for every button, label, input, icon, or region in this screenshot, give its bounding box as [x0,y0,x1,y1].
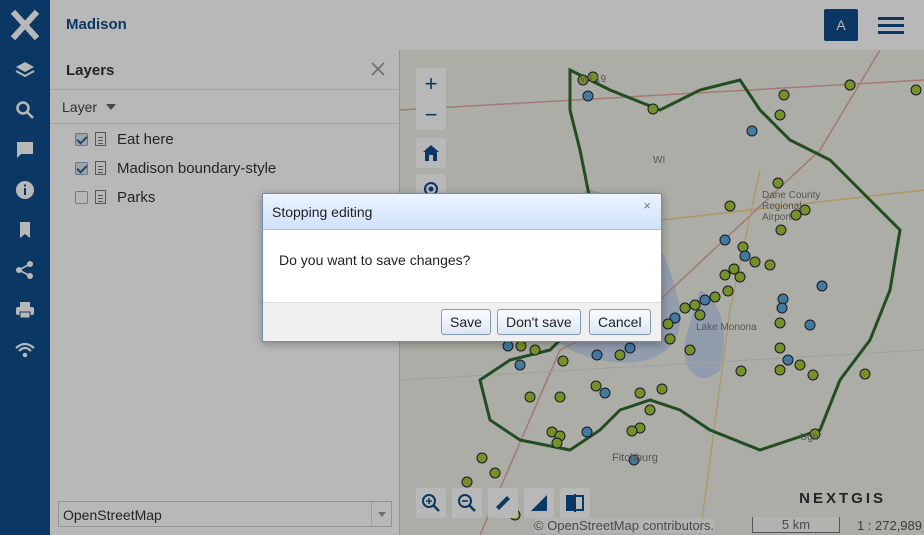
dialog-titlebar: Stopping editing × [263,194,661,230]
dialog-footer: Save Don't save Cancel [263,302,661,341]
dialog-body: Do you want to save changes? [263,230,661,302]
save-button[interactable]: Save [441,309,491,335]
dont-save-button[interactable]: Don't save [497,309,581,335]
dialog-message: Do you want to save changes? [279,252,471,268]
stopping-editing-dialog: Stopping editing × Do you want to save c… [262,193,662,342]
dialog-title: Stopping editing [272,204,373,220]
cancel-button[interactable]: Cancel [589,309,651,335]
dialog-close-icon[interactable]: × [643,198,651,213]
